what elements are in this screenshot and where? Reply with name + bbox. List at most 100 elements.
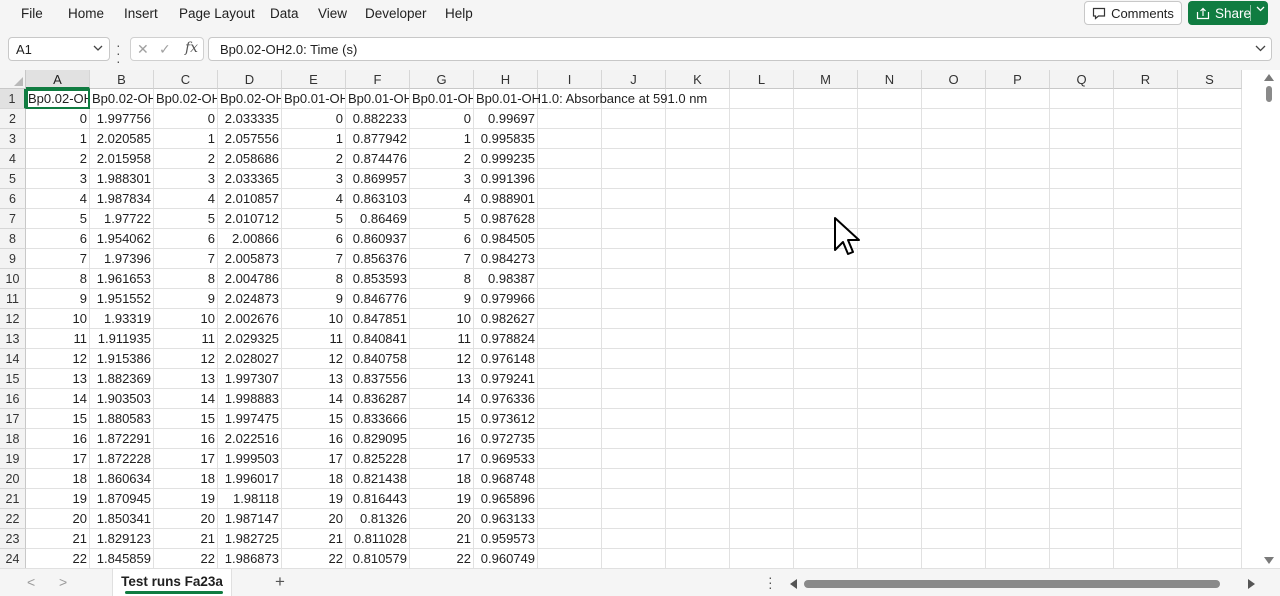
cell-a7[interactable]: 5 bbox=[26, 209, 89, 229]
cell-c3[interactable]: 1 bbox=[154, 129, 217, 149]
cell-f5[interactable]: 0.869957 bbox=[346, 169, 409, 189]
horizontal-scroll-thumb[interactable] bbox=[804, 580, 1220, 588]
menu-help[interactable]: Help bbox=[445, 6, 473, 21]
row-header-12[interactable]: 12 bbox=[0, 309, 26, 329]
menu-file[interactable]: File bbox=[21, 6, 43, 21]
cell-d15[interactable]: 1.997307 bbox=[218, 369, 281, 389]
cell-h7[interactable]: 0.987628 bbox=[474, 209, 537, 229]
cell-d21[interactable]: 1.98118 bbox=[218, 489, 281, 509]
vertical-scrollbar[interactable] bbox=[1259, 70, 1280, 568]
cell-h11[interactable]: 0.979966 bbox=[474, 289, 537, 309]
column-header-g[interactable]: G bbox=[410, 70, 474, 89]
name-box[interactable]: A1 bbox=[8, 37, 110, 61]
cell-a20[interactable]: 18 bbox=[26, 469, 89, 489]
cell-d23[interactable]: 1.982725 bbox=[218, 529, 281, 549]
cell-a18[interactable]: 16 bbox=[26, 429, 89, 449]
cell-b6[interactable]: 1.987834 bbox=[90, 189, 153, 209]
cell-b22[interactable]: 1.850341 bbox=[90, 509, 153, 529]
row-header-4[interactable]: 4 bbox=[0, 149, 26, 169]
cell-e16[interactable]: 14 bbox=[282, 389, 345, 409]
cell-c23[interactable]: 21 bbox=[154, 529, 217, 549]
cell-f11[interactable]: 0.846776 bbox=[346, 289, 409, 309]
cell-a4[interactable]: 2 bbox=[26, 149, 89, 169]
cell-c13[interactable]: 11 bbox=[154, 329, 217, 349]
cell-c9[interactable]: 7 bbox=[154, 249, 217, 269]
header-cell-e[interactable]: Bp0.01-OH bbox=[282, 89, 345, 109]
cell-d22[interactable]: 1.987147 bbox=[218, 509, 281, 529]
row-header-5[interactable]: 5 bbox=[0, 169, 26, 189]
cell-a23[interactable]: 21 bbox=[26, 529, 89, 549]
column-header-e[interactable]: E bbox=[282, 70, 346, 89]
column-header-l[interactable]: L bbox=[730, 70, 794, 89]
column-header-a[interactable]: A bbox=[26, 70, 90, 89]
column-header-m[interactable]: M bbox=[794, 70, 858, 89]
cell-e5[interactable]: 3 bbox=[282, 169, 345, 189]
cell-a16[interactable]: 14 bbox=[26, 389, 89, 409]
header-cell-b[interactable]: Bp0.02-OH bbox=[90, 89, 153, 109]
cell-d16[interactable]: 1.998883 bbox=[218, 389, 281, 409]
column-header-s[interactable]: S bbox=[1178, 70, 1242, 89]
row-header-17[interactable]: 17 bbox=[0, 409, 26, 429]
cell-f21[interactable]: 0.816443 bbox=[346, 489, 409, 509]
cell-h22[interactable]: 0.963133 bbox=[474, 509, 537, 529]
cell-a3[interactable]: 1 bbox=[26, 129, 89, 149]
menu-data[interactable]: Data bbox=[270, 6, 299, 21]
cell-g17[interactable]: 15 bbox=[410, 409, 473, 429]
cell-c14[interactable]: 12 bbox=[154, 349, 217, 369]
cell-a13[interactable]: 11 bbox=[26, 329, 89, 349]
cell-g4[interactable]: 2 bbox=[410, 149, 473, 169]
cell-f12[interactable]: 0.847851 bbox=[346, 309, 409, 329]
cell-h10[interactable]: 0.98387 bbox=[474, 269, 537, 289]
cell-h6[interactable]: 0.988901 bbox=[474, 189, 537, 209]
cell-d18[interactable]: 2.022516 bbox=[218, 429, 281, 449]
cell-g19[interactable]: 17 bbox=[410, 449, 473, 469]
cell-h12[interactable]: 0.982627 bbox=[474, 309, 537, 329]
cell-h21[interactable]: 0.965896 bbox=[474, 489, 537, 509]
cell-b13[interactable]: 1.911935 bbox=[90, 329, 153, 349]
row-header-24[interactable]: 24 bbox=[0, 549, 26, 568]
cell-e2[interactable]: 0 bbox=[282, 109, 345, 129]
row-header-18[interactable]: 18 bbox=[0, 429, 26, 449]
cell-f22[interactable]: 0.81326 bbox=[346, 509, 409, 529]
cell-h14[interactable]: 0.976148 bbox=[474, 349, 537, 369]
cell-e15[interactable]: 13 bbox=[282, 369, 345, 389]
cancel-icon[interactable]: ✕ bbox=[137, 41, 149, 58]
cell-d5[interactable]: 2.033365 bbox=[218, 169, 281, 189]
cell-h3[interactable]: 0.995835 bbox=[474, 129, 537, 149]
cell-d24[interactable]: 1.986873 bbox=[218, 549, 281, 568]
row-header-3[interactable]: 3 bbox=[0, 129, 26, 149]
cell-d11[interactable]: 2.024873 bbox=[218, 289, 281, 309]
row-header-10[interactable]: 10 bbox=[0, 269, 26, 289]
cell-h15[interactable]: 0.979241 bbox=[474, 369, 537, 389]
cell-c20[interactable]: 18 bbox=[154, 469, 217, 489]
cell-e18[interactable]: 16 bbox=[282, 429, 345, 449]
column-header-d[interactable]: D bbox=[218, 70, 282, 89]
cell-b21[interactable]: 1.870945 bbox=[90, 489, 153, 509]
cell-c17[interactable]: 15 bbox=[154, 409, 217, 429]
cell-g8[interactable]: 6 bbox=[410, 229, 473, 249]
cell-e23[interactable]: 21 bbox=[282, 529, 345, 549]
row-header-11[interactable]: 11 bbox=[0, 289, 26, 309]
cell-g13[interactable]: 11 bbox=[410, 329, 473, 349]
cell-f10[interactable]: 0.853593 bbox=[346, 269, 409, 289]
cell-b5[interactable]: 1.988301 bbox=[90, 169, 153, 189]
cell-b19[interactable]: 1.872228 bbox=[90, 449, 153, 469]
row-header-7[interactable]: 7 bbox=[0, 209, 26, 229]
cell-e19[interactable]: 17 bbox=[282, 449, 345, 469]
cell-h17[interactable]: 0.973612 bbox=[474, 409, 537, 429]
column-header-q[interactable]: Q bbox=[1050, 70, 1114, 89]
cell-a10[interactable]: 8 bbox=[26, 269, 89, 289]
select-all-corner[interactable] bbox=[0, 70, 26, 89]
chevron-down-icon[interactable] bbox=[1255, 45, 1266, 52]
cell-b15[interactable]: 1.882369 bbox=[90, 369, 153, 389]
cell-d10[interactable]: 2.004786 bbox=[218, 269, 281, 289]
cell-h2[interactable]: 0.99697 bbox=[474, 109, 537, 129]
menu-view[interactable]: View bbox=[318, 6, 347, 21]
header-cell-d[interactable]: Bp0.02-OH bbox=[218, 89, 281, 109]
cell-f13[interactable]: 0.840841 bbox=[346, 329, 409, 349]
cell-b3[interactable]: 2.020585 bbox=[90, 129, 153, 149]
column-header-n[interactable]: N bbox=[858, 70, 922, 89]
cell-e14[interactable]: 12 bbox=[282, 349, 345, 369]
cell-e11[interactable]: 9 bbox=[282, 289, 345, 309]
cell-e22[interactable]: 20 bbox=[282, 509, 345, 529]
